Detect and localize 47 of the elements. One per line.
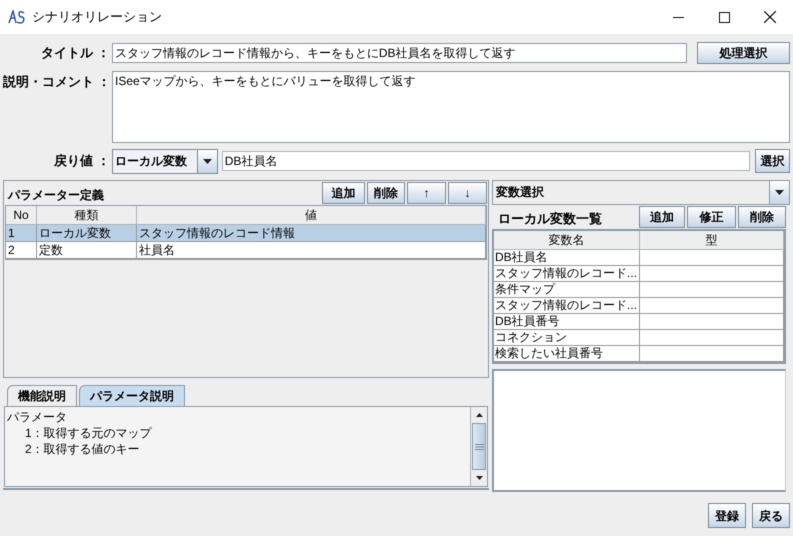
description-line: パラメータ bbox=[7, 409, 68, 425]
select-button[interactable]: 選択 bbox=[755, 149, 790, 173]
variable-select-dropdown[interactable]: 変数選択 bbox=[492, 180, 790, 205]
toolbar-button[interactable]: ↓ bbox=[448, 182, 487, 204]
dropdown-arrow-icon bbox=[202, 158, 212, 164]
title-label: タイトル ： bbox=[40, 44, 110, 62]
tab[interactable]: 機能説明 bbox=[7, 385, 77, 406]
toolbar-button[interactable]: 追加 bbox=[322, 182, 365, 204]
table-cell: 条件マップ bbox=[494, 282, 640, 297]
description-line: 1：取得する元のマップ bbox=[24, 425, 153, 441]
description-line: 2：取得する値のキー bbox=[24, 441, 141, 457]
dropdown-arrow-icon bbox=[775, 190, 784, 195]
table-row[interactable]: 2 定数 社員名 bbox=[6, 242, 486, 259]
parameter-panel-title: パラメーター定義 bbox=[8, 187, 104, 204]
app-logo-icon bbox=[8, 10, 26, 24]
table-cell: 検索したい社員番号 bbox=[494, 346, 640, 361]
scrollbar-thumb[interactable] bbox=[472, 423, 486, 470]
window-title: シナリオリレーション bbox=[32, 8, 162, 26]
table-row[interactable]: 1 ローカル変数 スタッフ情報のレコード情報 bbox=[6, 225, 486, 242]
table-cell: スタッフ情報のレコード... bbox=[494, 266, 640, 281]
toolbar-button[interactable]: 追加 bbox=[639, 206, 685, 228]
toolbar-button[interactable]: ↑ bbox=[407, 182, 446, 204]
table-cell: DB社員名 bbox=[494, 250, 640, 265]
maximize-icon bbox=[718, 12, 730, 22]
scrollbar[interactable] bbox=[470, 407, 487, 486]
table-cell: DB社員番号 bbox=[494, 314, 640, 329]
tab[interactable]: パラメータ説明 bbox=[79, 385, 185, 406]
footer-button[interactable]: 戻る bbox=[752, 503, 790, 528]
table-cell: スタッフ情報のレコード... bbox=[494, 298, 640, 313]
return-value-label: 戻り値 ： bbox=[52, 152, 110, 170]
column-header[interactable]: 型 bbox=[640, 231, 784, 250]
title-input[interactable]: スタッフ情報のレコード情報から、キーをもとにDB社員名を取得して返す bbox=[112, 43, 688, 63]
process-select-button[interactable]: 処理選択 bbox=[697, 42, 790, 64]
toolbar-button[interactable]: 修正 bbox=[687, 206, 736, 228]
grip-icon bbox=[474, 444, 484, 450]
footer-button[interactable]: 登録 bbox=[708, 503, 746, 528]
toolbar-button[interactable]: 削除 bbox=[738, 206, 786, 228]
return-type-dropdown[interactable]: ローカル変数 bbox=[112, 148, 218, 174]
column-header[interactable]: 変数名 bbox=[494, 231, 640, 250]
description-label: 説明・コメント ： bbox=[3, 73, 110, 91]
description-textarea[interactable]: ISeeマップから、キーをもとにバリューを取得して返す bbox=[112, 71, 790, 143]
close-icon bbox=[764, 11, 776, 23]
toolbar-button[interactable]: 削除 bbox=[367, 182, 405, 204]
return-value-input[interactable]: DB社員名 bbox=[222, 151, 750, 171]
table-cell: コネクション bbox=[494, 330, 640, 345]
minimize-icon bbox=[672, 16, 684, 18]
local-variables-title: ローカル変数一覧 bbox=[498, 210, 602, 228]
